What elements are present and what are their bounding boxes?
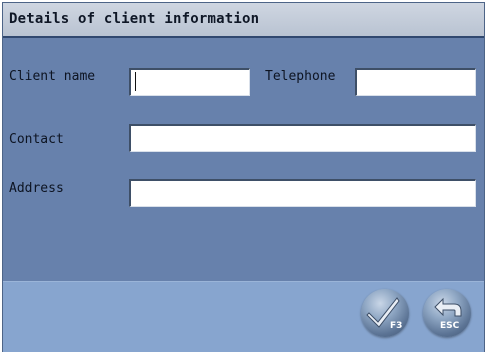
title-bar: Details of client information [3, 3, 484, 38]
dialog-title: Details of client information [9, 11, 260, 27]
client-name-label: Client name [9, 69, 96, 84]
escape-esc-button[interactable]: ESC [423, 289, 471, 337]
telephone-label: Telephone [265, 69, 336, 84]
contact-input[interactable] [129, 124, 476, 152]
contact-label: Contact [9, 132, 64, 147]
return-arrow-icon: ESC [434, 297, 462, 331]
confirm-key-label: F3 [390, 321, 402, 331]
address-label: Address [9, 181, 64, 196]
checkmark-icon: F3 [366, 297, 402, 331]
client-name-input[interactable] [129, 68, 250, 96]
address-input[interactable] [129, 179, 476, 207]
confirm-f3-button[interactable]: F3 [361, 289, 409, 337]
escape-key-label: ESC [440, 321, 460, 331]
client-details-dialog: Details of client information Client nam… [3, 3, 484, 352]
text-caret [135, 72, 136, 91]
button-bar: F3 ESC [3, 281, 484, 352]
telephone-input[interactable] [355, 68, 476, 96]
